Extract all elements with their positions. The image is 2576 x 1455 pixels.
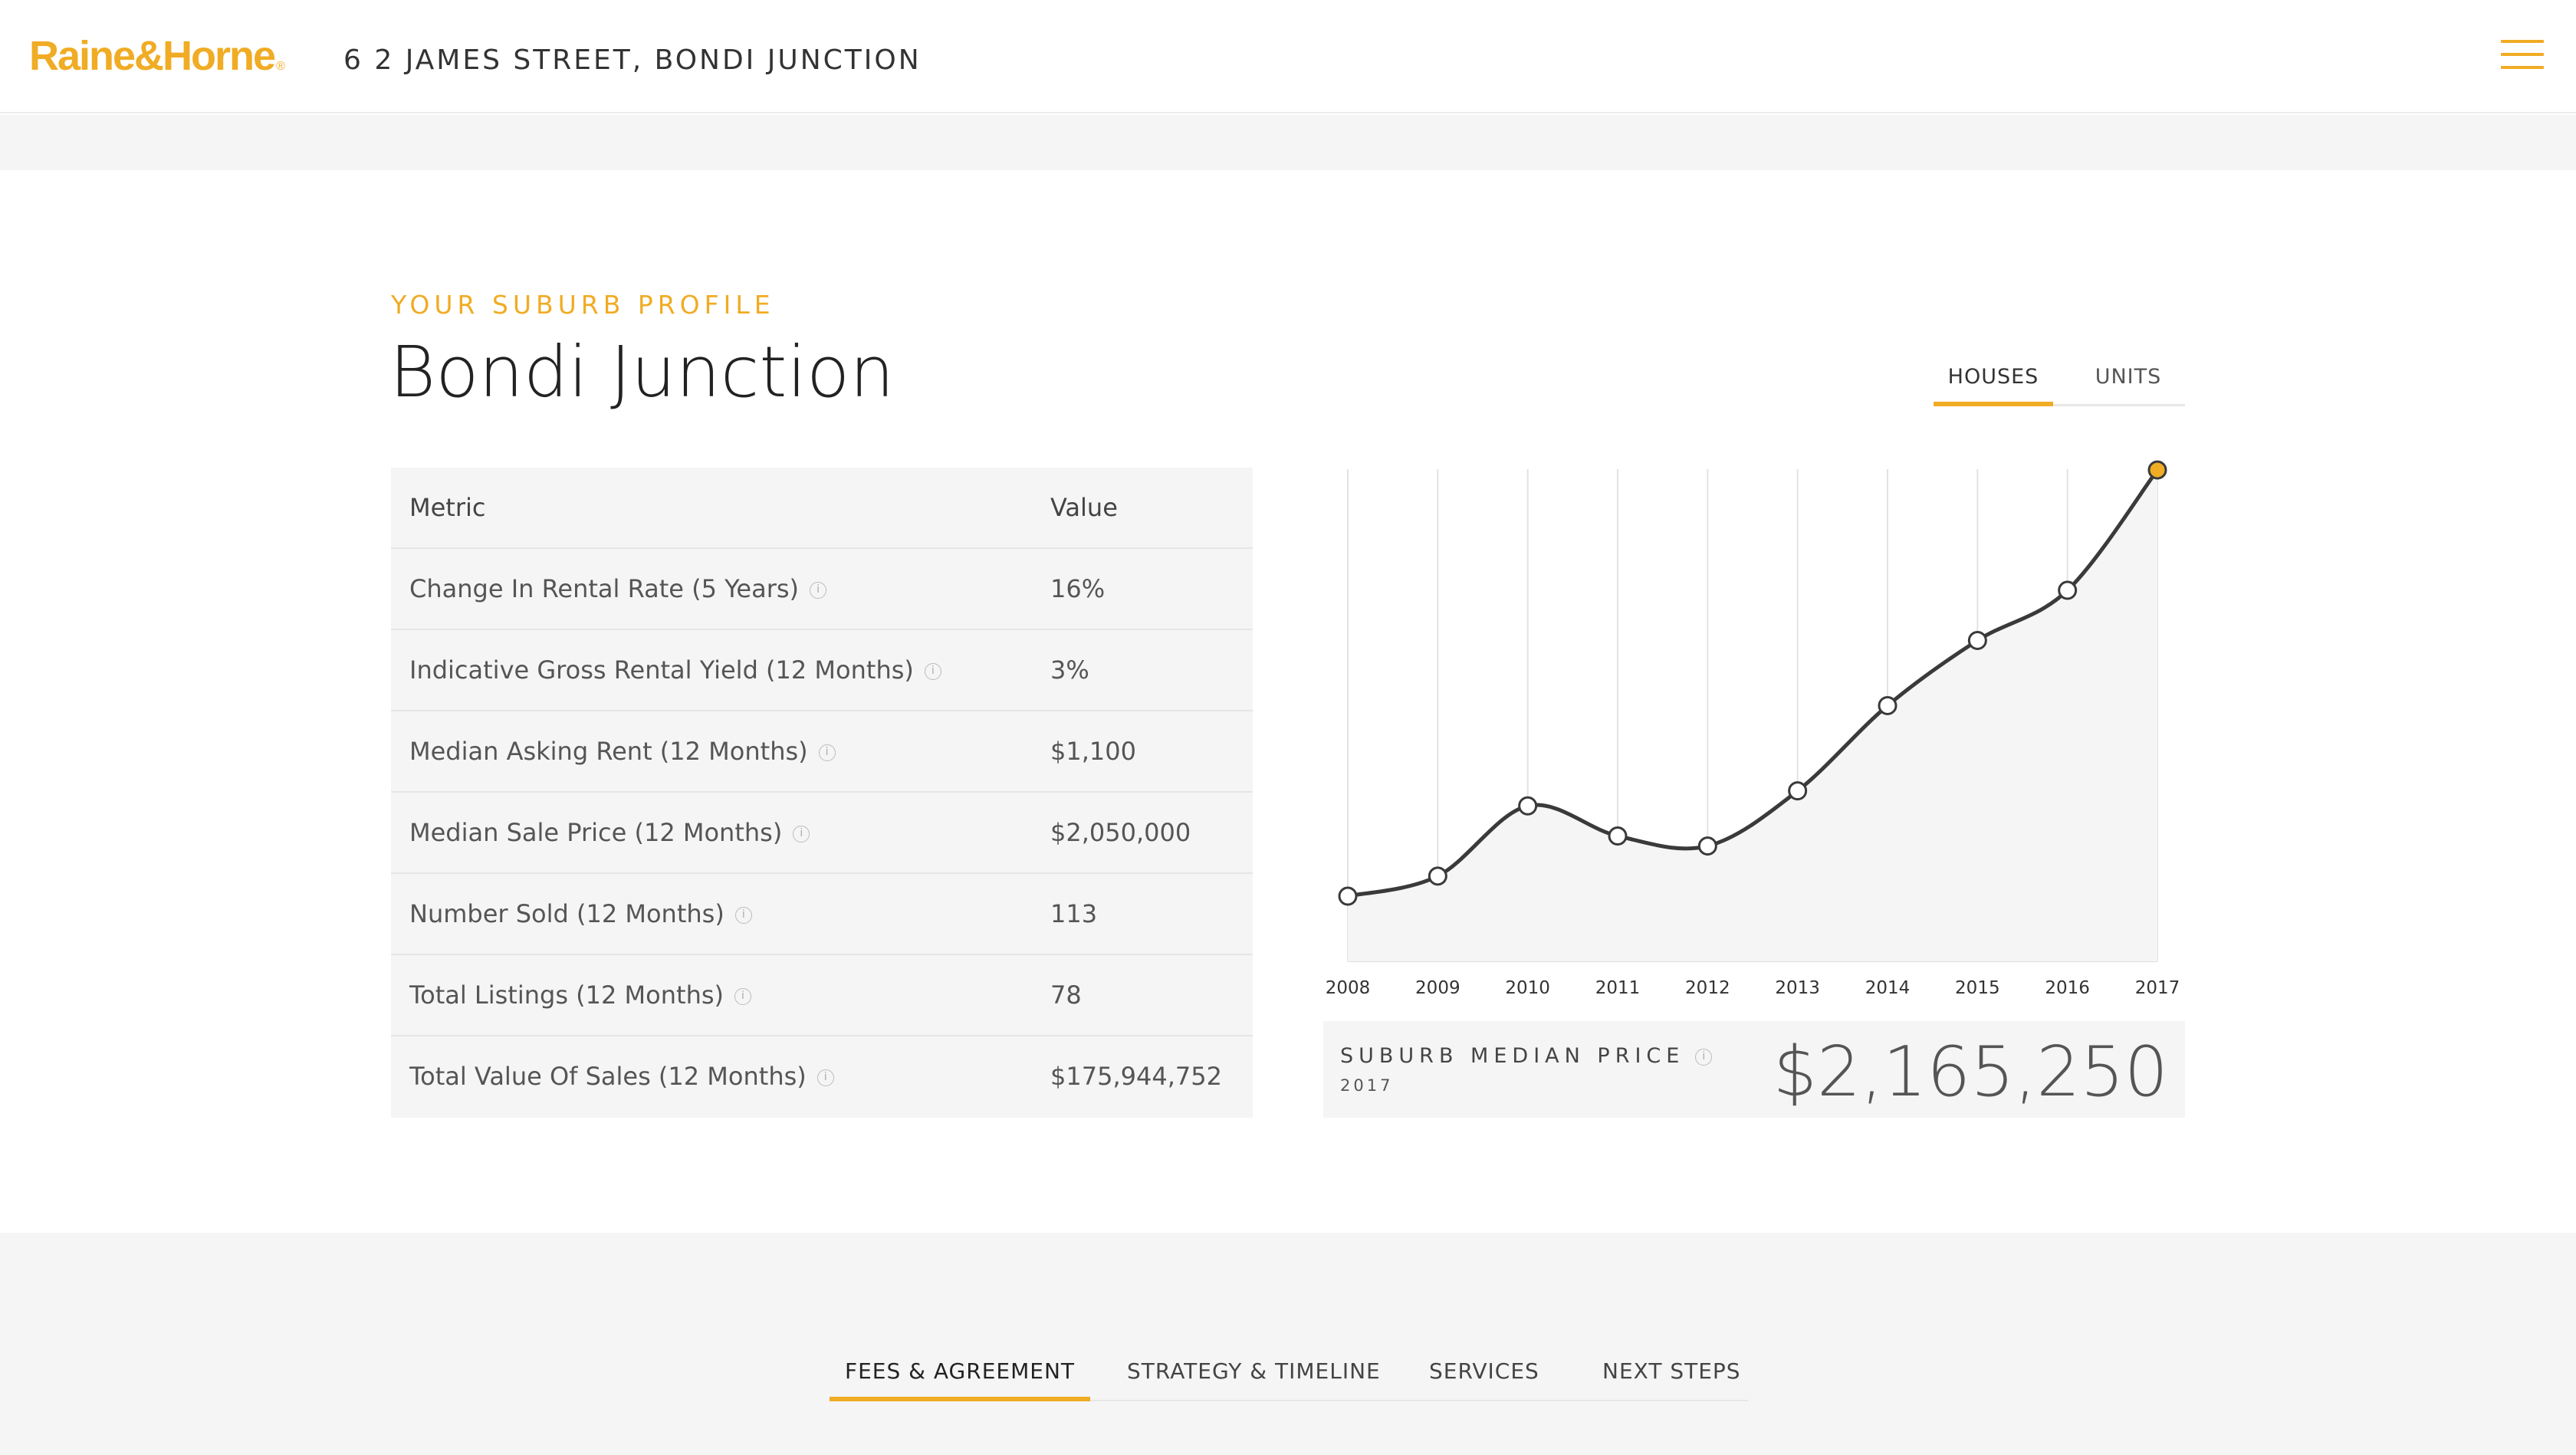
table-row: Number Sold (12 Months) i 113 — [391, 874, 1253, 955]
proposal-tabs: FEES & AGREEMENT STRATEGY & TIMELINE SER… — [830, 1348, 1748, 1401]
metric-label: Median Sale Price (12 Months) — [409, 818, 783, 847]
median-price-chart: 2008 2009 2010 2011 2012 2013 2014 2015 2016 2017 — [1326, 460, 2180, 997]
table-row: Indicative Gross Rental Yield (12 Months… — [391, 630, 1253, 711]
suburb-title: Bondi Junction — [389, 331, 895, 413]
data-point — [1428, 866, 1447, 886]
tab-fees-agreement[interactable]: FEES & AGREEMENT — [830, 1358, 1090, 1401]
info-icon[interactable]: i — [818, 744, 836, 761]
median-label-text: SUBURB MEDIAN PRICE — [1340, 1044, 1685, 1068]
data-point — [1967, 630, 1987, 650]
info-icon[interactable]: i — [734, 988, 751, 1005]
column-header-metric: Metric — [409, 493, 486, 522]
data-point — [1878, 695, 1898, 715]
value-cell: 113 — [1050, 899, 1098, 928]
x-tick-label: 2012 — [1685, 978, 1730, 997]
menu-line — [2501, 66, 2544, 69]
metric-label: Total Value Of Sales (12 Months) — [409, 1062, 807, 1091]
metric-label: Number Sold (12 Months) — [409, 899, 724, 928]
x-tick-label: 2017 — [2135, 978, 2180, 997]
median-price-value: $2,165,250 — [1773, 1032, 2168, 1112]
metric-label: Indicative Gross Rental Yield (12 Months… — [409, 655, 914, 685]
median-label: SUBURB MEDIAN PRICE i — [1340, 1044, 1713, 1068]
hamburger-icon[interactable] — [2501, 40, 2544, 71]
menu-line — [2501, 40, 2544, 43]
table-row: Median Asking Rent (12 Months) i $1,100 — [391, 711, 1253, 793]
median-year: 2017 — [1340, 1076, 1394, 1095]
x-tick-label: 2008 — [1326, 978, 1371, 997]
info-icon[interactable]: i — [924, 663, 941, 680]
x-tick-label: 2009 — [1415, 978, 1460, 997]
value-cell: 3% — [1050, 655, 1089, 685]
property-address: 6 2 JAMES STREET, BONDI JUNCTION — [343, 44, 922, 76]
table-row: Total Value Of Sales (12 Months) i $175,9… — [391, 1036, 1253, 1118]
highlight-point — [2147, 460, 2167, 480]
property-type-tabs: HOUSES UNITS — [1934, 360, 2185, 406]
top-bar: Raine&Horne ® 6 2 JAMES STREET, BONDI JUN… — [0, 0, 2576, 113]
metric-cell: Number Sold (12 Months) i — [409, 874, 752, 954]
value-cell: 16% — [1050, 574, 1106, 603]
metric-cell: Total Listings (12 Months) i — [409, 955, 751, 1035]
tab-houses[interactable]: HOUSES — [1934, 365, 2053, 406]
data-point — [2058, 580, 2078, 600]
section-eyebrow: YOUR SUBURB PROFILE — [391, 290, 775, 320]
data-point — [1518, 796, 1538, 816]
table-row: Median Sale Price (12 Months) i $2,050,00… — [391, 793, 1253, 874]
x-tick-label: 2010 — [1505, 978, 1550, 997]
bottom-section — [0, 1233, 2576, 1455]
tab-strategy-timeline[interactable]: STRATEGY & TIMELINE — [1127, 1358, 1381, 1384]
metrics-table: Metric Value Change In Rental Rate (5 Ye… — [391, 468, 1253, 1118]
table-row: Change In Rental Rate (5 Years) i 16% — [391, 549, 1253, 630]
x-tick-label: 2016 — [2045, 978, 2090, 997]
metric-label: Total Listings (12 Months) — [409, 980, 724, 1010]
x-tick-label: 2014 — [1865, 978, 1911, 997]
value-cell: $2,050,000 — [1050, 818, 1191, 847]
column-header-value: Value — [1050, 493, 1118, 522]
info-icon[interactable]: i — [816, 1069, 834, 1086]
metric-label: Change In Rental Rate (5 Years) — [409, 574, 800, 603]
tab-services[interactable]: SERVICES — [1429, 1358, 1539, 1384]
x-tick-label: 2011 — [1595, 978, 1641, 997]
table-header-row: Metric Value — [391, 468, 1253, 549]
metric-cell: Median Asking Rent (12 Months) i — [409, 711, 836, 791]
suburb-median-panel: SUBURB MEDIAN PRICE i 2017 $2,165,250 — [1323, 1021, 2185, 1118]
metric-cell: Total Value Of Sales (12 Months) i — [409, 1036, 834, 1116]
value-cell: $1,100 — [1050, 737, 1136, 766]
data-point — [1338, 886, 1358, 906]
chart-area — [1348, 470, 2157, 961]
data-point — [1697, 836, 1717, 856]
table-row: Total Listings (12 Months) i 78 — [391, 955, 1253, 1036]
brand-name: Raine&Horne — [29, 33, 276, 79]
metric-cell: Change In Rental Rate (5 Years) i — [409, 549, 827, 629]
metric-cell: Indicative Gross Rental Yield (12 Months… — [409, 630, 941, 710]
info-icon[interactable]: i — [1695, 1048, 1713, 1066]
x-tick-label: 2013 — [1775, 978, 1820, 997]
x-tick-label: 2015 — [1955, 978, 2000, 997]
value-cell: 78 — [1050, 980, 1082, 1010]
menu-line — [2501, 53, 2544, 56]
brand-registered-mark: ® — [276, 60, 285, 73]
value-cell: $175,944,752 — [1050, 1062, 1222, 1091]
info-icon[interactable]: i — [793, 826, 810, 842]
metric-cell: Median Sale Price (12 Months) i — [409, 793, 810, 872]
brand-logo[interactable]: Raine&Horne ® — [29, 32, 285, 80]
tab-next-steps[interactable]: NEXT STEPS — [1602, 1358, 1741, 1384]
info-icon[interactable]: i — [810, 582, 827, 599]
header-strip — [0, 115, 2576, 170]
tab-units[interactable]: UNITS — [2076, 365, 2180, 389]
info-icon[interactable]: i — [734, 907, 752, 924]
data-point — [1788, 781, 1808, 801]
data-point — [1608, 826, 1628, 846]
metric-label: Median Asking Rent (12 Months) — [409, 737, 808, 766]
